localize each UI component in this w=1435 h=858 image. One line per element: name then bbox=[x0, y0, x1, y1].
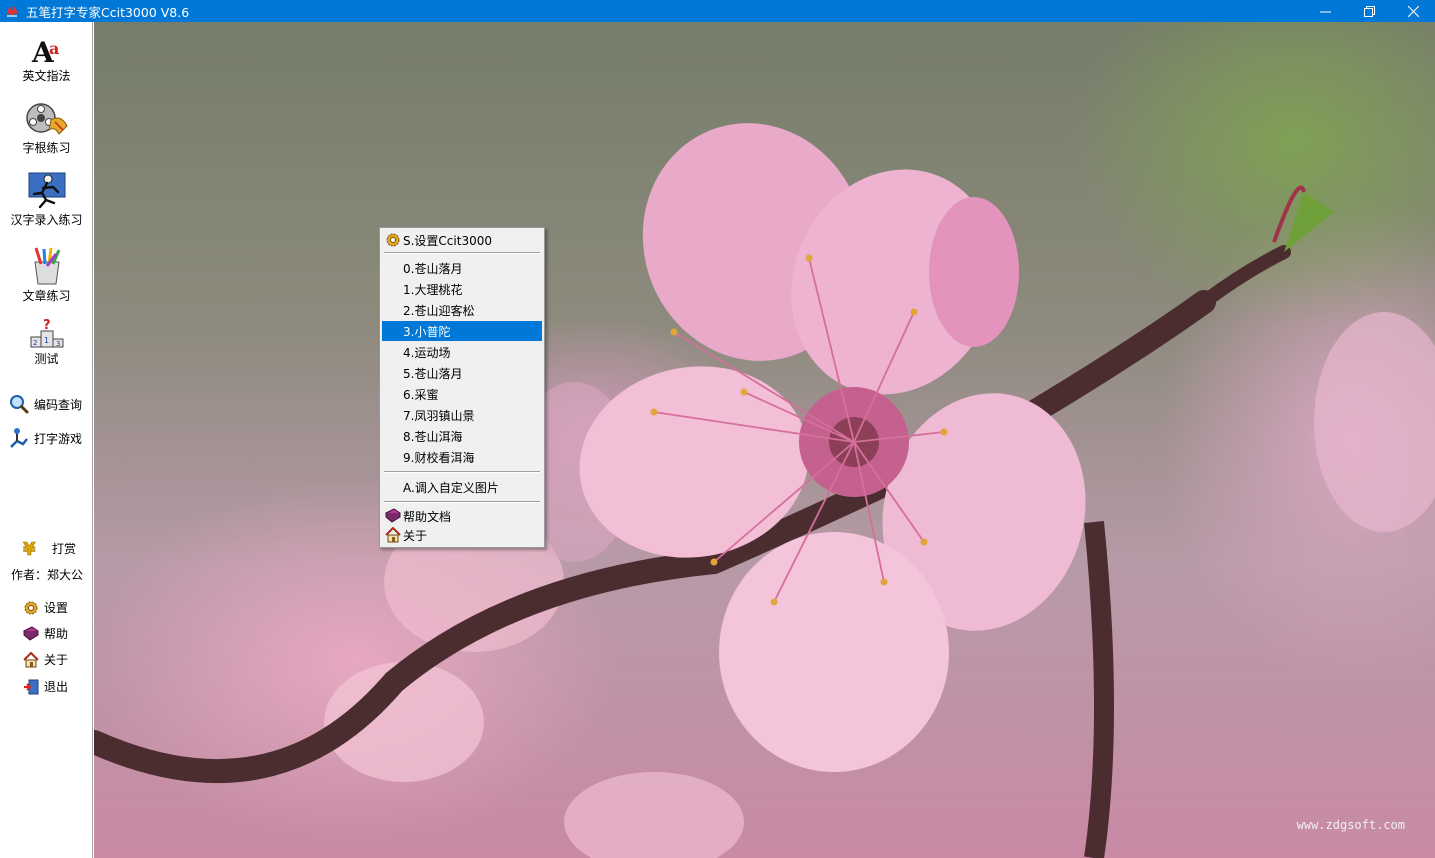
home-icon bbox=[23, 651, 39, 667]
exit-icon bbox=[24, 679, 39, 694]
joystick-icon bbox=[10, 428, 28, 448]
window-title: 五笔打字专家Ccit3000 V8.6 bbox=[26, 4, 190, 20]
book-icon bbox=[23, 625, 39, 641]
sidebar-item-label: 设置 bbox=[44, 601, 69, 615]
close-button[interactable] bbox=[1391, 0, 1435, 22]
sidebar-item-settings[interactable]: 设置 bbox=[23, 599, 68, 616]
menu-item-about[interactable]: 关于 bbox=[382, 525, 542, 545]
menu-item-label: 8.苍山洱海 bbox=[403, 429, 463, 444]
sidebar-item-label: 字根练习 bbox=[22, 141, 71, 155]
sidebar-item-label: 退出 bbox=[44, 680, 69, 694]
magnifier-icon bbox=[10, 395, 29, 414]
menu-item-bg-9[interactable]: 9.财校看洱海 bbox=[382, 447, 542, 467]
sidebar-item-exit[interactable]: 退出 bbox=[23, 678, 68, 695]
menu-item-bg-4[interactable]: 4.运动场 bbox=[382, 342, 542, 362]
title-bar[interactable]: 五笔打字专家Ccit3000 V8.6 bbox=[0, 0, 1435, 22]
menu-separator bbox=[384, 501, 540, 503]
sidebar-item-label: 英文指法 bbox=[22, 69, 71, 83]
menu-item-label: 3.小普陀 bbox=[403, 324, 451, 339]
sidebar-item-radical-practice[interactable]: 字根练习 bbox=[0, 100, 93, 156]
book-icon bbox=[385, 508, 401, 523]
restore-button[interactable] bbox=[1347, 0, 1391, 22]
sidebar-item-typing-game[interactable]: 打字游戏 bbox=[9, 427, 82, 449]
sidebar-item-label: 编码查询 bbox=[34, 397, 83, 412]
menu-item-settings[interactable]: S.设置Ccit3000 bbox=[382, 230, 542, 250]
sidebar-item-label: 帮助 bbox=[44, 627, 69, 641]
sidebar-item-label: 测试 bbox=[34, 352, 59, 366]
app-logo-icon bbox=[6, 6, 18, 17]
menu-item-bg-8[interactable]: 8.苍山洱海 bbox=[382, 426, 542, 446]
minimize-button[interactable] bbox=[1303, 0, 1347, 22]
yen-icon: ¥ bbox=[23, 539, 37, 558]
sidebar-item-english-fingering[interactable]: A a 英文指法 bbox=[0, 34, 93, 84]
menu-separator bbox=[384, 471, 540, 473]
sidebar-item-label: 打字游戏 bbox=[34, 431, 83, 446]
reward-label: 打赏 bbox=[52, 541, 77, 556]
menu-item-label: 4.运动场 bbox=[403, 345, 451, 360]
menu-item-label: 7.凤羽镇山景 bbox=[403, 408, 475, 423]
pencil-cup-icon bbox=[33, 247, 60, 285]
svg-text:a: a bbox=[49, 39, 59, 58]
menu-item-label: S.设置Ccit3000 bbox=[403, 233, 492, 248]
menu-item-bg-0[interactable]: 0.苍山落月 bbox=[382, 258, 542, 278]
minimize-icon bbox=[1319, 11, 1331, 12]
svg-text:2: 2 bbox=[33, 339, 37, 347]
sidebar-item-help[interactable]: 帮助 bbox=[23, 625, 68, 642]
menu-item-custom-image[interactable]: A.调入自定义图片 bbox=[382, 477, 542, 497]
runner-icon bbox=[28, 172, 65, 209]
sidebar-item-test[interactable]: ? 1 2 3 测试 bbox=[0, 317, 93, 367]
menu-item-bg-6[interactable]: 6.采蜜 bbox=[382, 384, 542, 404]
letters-aa-icon: A a bbox=[31, 36, 59, 66]
sidebar-item-hanzi-input-practice[interactable]: 汉字录入练习 bbox=[0, 170, 93, 228]
svg-text:3: 3 bbox=[56, 340, 60, 348]
menu-item-label: 2.苍山迎客松 bbox=[403, 303, 475, 318]
sidebar: A a 英文指法 字根练习 汉字录入练习 文章练习 ? 1 2 3 测试 编码查… bbox=[0, 22, 93, 858]
reward-button[interactable]: ¥ 打赏 bbox=[22, 538, 76, 558]
podium-icon: ? 1 2 3 bbox=[30, 318, 63, 348]
svg-text:¥: ¥ bbox=[23, 539, 36, 558]
menu-item-label: 5.苍山落月 bbox=[403, 366, 463, 381]
watermark-text: www.zdgsoft.com bbox=[1296, 818, 1405, 832]
menu-item-bg-1[interactable]: 1.大理桃花 bbox=[382, 279, 542, 299]
sidebar-item-about[interactable]: 关于 bbox=[23, 651, 68, 668]
close-icon bbox=[1407, 5, 1419, 17]
menu-item-label: 6.采蜜 bbox=[403, 387, 439, 402]
sidebar-item-code-lookup[interactable]: 编码查询 bbox=[9, 394, 82, 414]
menu-item-label: 关于 bbox=[403, 528, 428, 543]
menu-item-help-doc[interactable]: 帮助文档 bbox=[382, 506, 542, 526]
sidebar-item-label: 关于 bbox=[44, 653, 69, 667]
sidebar-item-label: 文章练习 bbox=[22, 289, 71, 303]
sidebar-item-article-practice[interactable]: 文章练习 bbox=[0, 246, 93, 304]
svg-text:1: 1 bbox=[44, 336, 49, 345]
gear-icon bbox=[386, 233, 400, 247]
restore-icon bbox=[1363, 5, 1375, 17]
menu-item-bg-3[interactable]: 3.小普陀 bbox=[382, 321, 542, 341]
menu-item-label: A.调入自定义图片 bbox=[403, 480, 499, 495]
menu-item-label: 9.财校看洱海 bbox=[403, 450, 475, 465]
menu-separator bbox=[384, 252, 540, 254]
sidebar-item-label: 汉字录入练习 bbox=[10, 213, 83, 227]
gear-icon bbox=[24, 601, 38, 614]
menu-item-bg-7[interactable]: 7.凤羽镇山景 bbox=[382, 405, 542, 425]
blossom-picture bbox=[94, 123, 1435, 858]
film-reel-icon bbox=[25, 103, 68, 135]
menu-item-label: 帮助文档 bbox=[403, 509, 452, 524]
wallpaper-area[interactable]: www.zdgsoft.com bbox=[94, 22, 1435, 858]
menu-item-bg-5[interactable]: 5.苍山落月 bbox=[382, 363, 542, 383]
menu-item-label: 1.大理桃花 bbox=[403, 282, 463, 297]
menu-item-label: 0.苍山落月 bbox=[403, 261, 463, 276]
home-icon bbox=[385, 527, 401, 543]
background-context-menu: S.设置Ccit3000 0.苍山落月 1.大理桃花 2.苍山迎客松 3.小普陀… bbox=[379, 227, 545, 548]
author-text: 作者：郑大公 bbox=[11, 568, 84, 582]
menu-item-bg-2[interactable]: 2.苍山迎客松 bbox=[382, 300, 542, 320]
